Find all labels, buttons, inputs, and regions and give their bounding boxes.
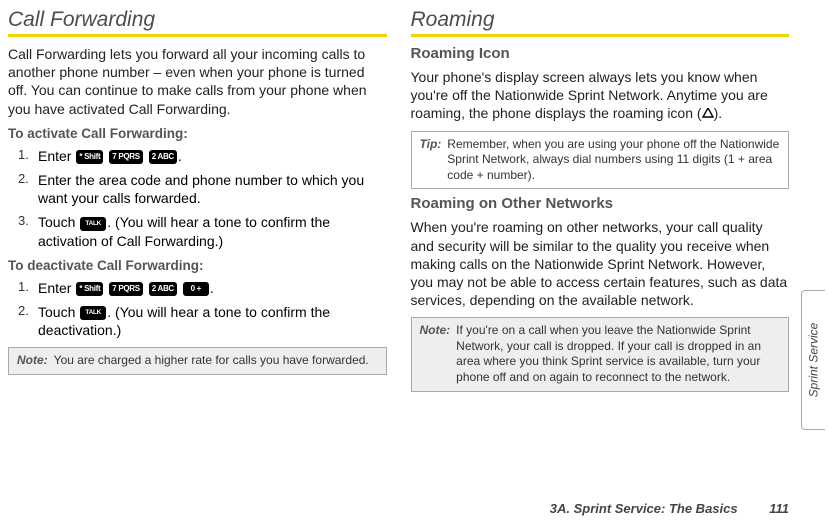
step-text: Enter	[38, 280, 75, 296]
step-text: Enter	[38, 148, 75, 164]
tip-box: Tip: Remember, when you are using your p…	[411, 131, 790, 190]
right-column: Roaming Roaming Icon Your phone's displa…	[411, 8, 790, 468]
roaming-title: Roaming	[411, 8, 790, 32]
note-box-right: Note: If you're on a call when you leave…	[411, 317, 790, 391]
note-label: Note:	[420, 323, 451, 385]
call-forwarding-title: Call Forwarding	[8, 8, 387, 32]
tip-text: Remember, when you are using your phone …	[447, 137, 780, 184]
key-star-icon: * Shift	[76, 282, 103, 296]
key-talk-icon: TALK	[80, 217, 106, 231]
page-footer: 3A. Sprint Service: The Basics 111	[550, 501, 789, 516]
page-number: 111	[769, 501, 789, 516]
step-text: Enter the area code and phone number to …	[38, 172, 364, 206]
key-7-icon: 7 PQRS	[109, 150, 143, 164]
key-2-icon: 2 ABC	[149, 150, 177, 164]
activate-steps: 1. Enter * Shift 7 PQRS 2 ABC. 2. Enter …	[8, 147, 387, 250]
key-0-icon: 0 +	[183, 282, 209, 296]
chapter-label: 3A. Sprint Service: The Basics	[550, 501, 738, 516]
key-7-icon: 7 PQRS	[109, 282, 143, 296]
deactivate-steps: 1. Enter * Shift 7 PQRS 2 ABC 0 +. 2. To…	[8, 279, 387, 340]
roaming-icon	[702, 108, 714, 119]
key-talk-icon: TALK	[80, 306, 106, 320]
deactivate-step-2: 2. Touch TALK. (You will hear a tone to …	[24, 303, 387, 339]
step-text-end: .	[210, 280, 214, 296]
two-column-layout: Call Forwarding Call Forwarding lets you…	[8, 8, 789, 468]
roaming-icon-paragraph: Your phone's display screen always lets …	[411, 68, 790, 123]
deactivate-step-1: 1. Enter * Shift 7 PQRS 2 ABC 0 +.	[24, 279, 387, 297]
step-text: Touch	[38, 304, 79, 320]
activate-heading: To activate Call Forwarding:	[8, 126, 387, 141]
note-text: You are charged a higher rate for calls …	[54, 353, 369, 369]
activate-step-3: 3. Touch TALK. (You will hear a tone to …	[24, 213, 387, 249]
key-2-icon: 2 ABC	[149, 282, 177, 296]
key-star-icon: * Shift	[76, 150, 103, 164]
roaming-other-heading: Roaming on Other Networks	[411, 195, 790, 212]
call-forwarding-intro: Call Forwarding lets you forward all you…	[8, 45, 387, 118]
page: Call Forwarding Call Forwarding lets you…	[0, 0, 829, 522]
note-text: If you're on a call when you leave the N…	[456, 323, 780, 385]
title-rule	[411, 34, 790, 37]
left-column: Call Forwarding Call Forwarding lets you…	[8, 8, 387, 468]
note-label: Note:	[17, 353, 48, 369]
activate-step-1: 1. Enter * Shift 7 PQRS 2 ABC.	[24, 147, 387, 165]
roaming-other-paragraph: When you're roaming on other networks, y…	[411, 218, 790, 309]
roaming-icon-heading: Roaming Icon	[411, 45, 790, 62]
activate-step-2: 2. Enter the area code and phone number …	[24, 171, 387, 207]
note-box: Note: You are charged a higher rate for …	[8, 347, 387, 375]
side-tab: Sprint Service	[801, 290, 825, 430]
title-rule	[8, 34, 387, 37]
side-tab-label: Sprint Service	[807, 323, 821, 398]
deactivate-heading: To deactivate Call Forwarding:	[8, 258, 387, 273]
step-text: Touch	[38, 214, 79, 230]
step-text-end: .	[178, 148, 182, 164]
tip-label: Tip:	[420, 137, 442, 184]
para-text-b: ).	[714, 105, 723, 121]
